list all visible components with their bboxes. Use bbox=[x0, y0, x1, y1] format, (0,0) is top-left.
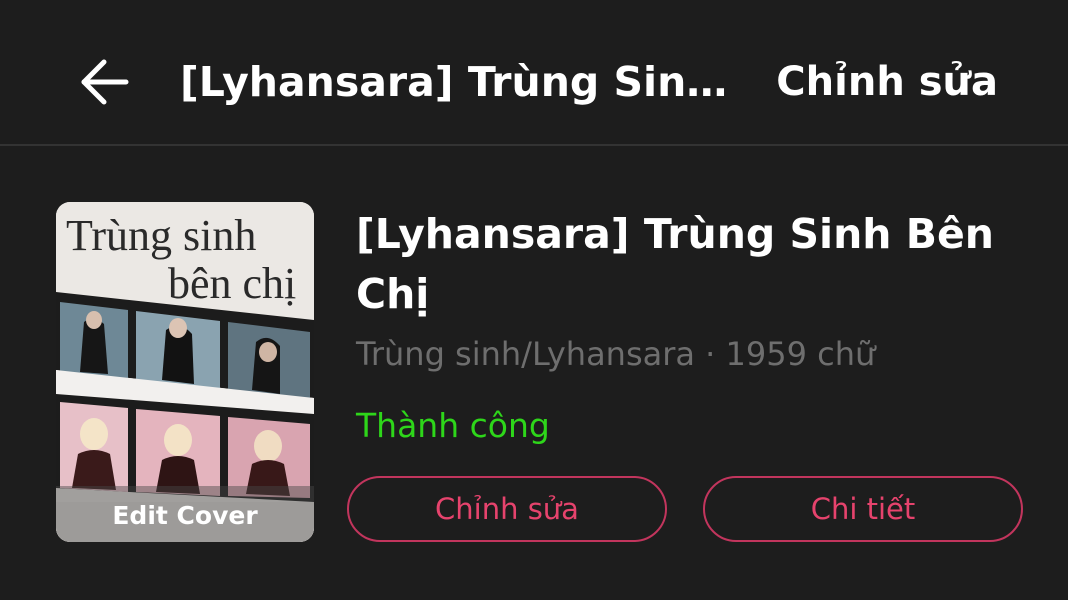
story-cover[interactable]: Trùng sinh bên chị Edit Cover bbox=[56, 202, 314, 542]
story-meta: Trùng sinh/Lyhansara · 1959 chữ bbox=[356, 335, 876, 373]
edit-button[interactable]: Chỉnh sửa bbox=[347, 476, 667, 542]
story-status: Thành công bbox=[356, 406, 550, 445]
details-button[interactable]: Chi tiết bbox=[703, 476, 1023, 542]
story-title: [Lyhansara] Trùng Sinh Bên Chị bbox=[356, 210, 994, 318]
header-edit-button[interactable]: Chỉnh sửa bbox=[776, 56, 998, 108]
top-bar: [Lyhansara] Trùng Sinh... Chỉnh sửa bbox=[0, 0, 1068, 146]
page-title: [Lyhansara] Trùng Sinh... bbox=[180, 58, 750, 106]
back-button[interactable] bbox=[72, 50, 136, 114]
cover-title-line2: bên chị bbox=[168, 259, 296, 308]
arrow-left-icon bbox=[72, 50, 136, 114]
edit-cover-label[interactable]: Edit Cover bbox=[56, 501, 314, 530]
cover-title-line1: Trùng sinh bbox=[66, 211, 256, 260]
